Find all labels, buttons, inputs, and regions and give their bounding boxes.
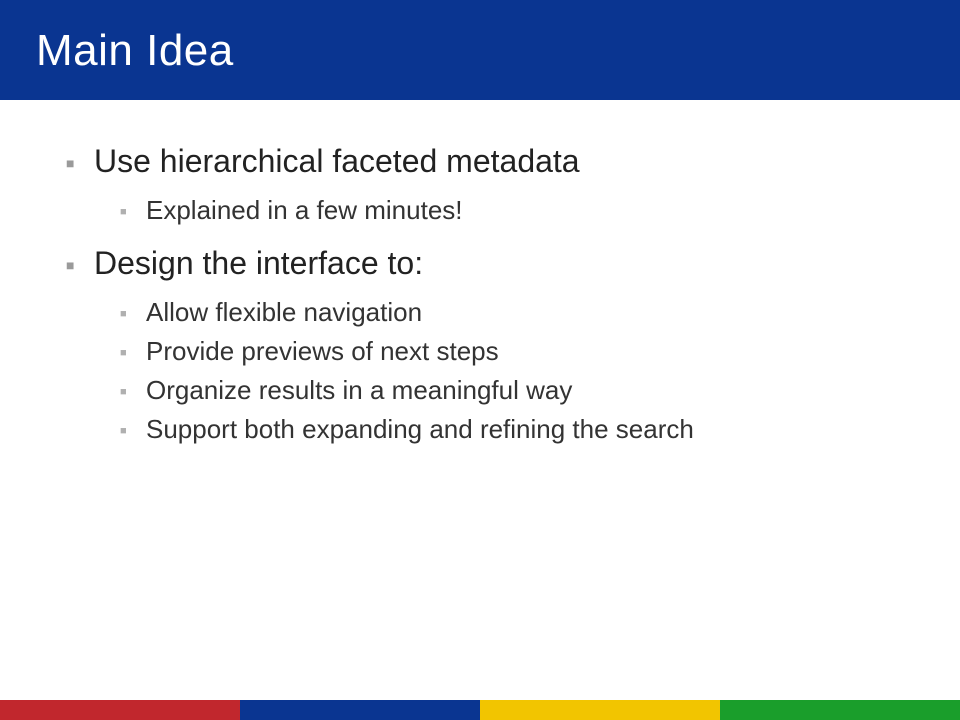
bullet-item: Use hierarchical faceted metadata Explai… — [60, 140, 900, 230]
bullet-text: Support both expanding and refining the … — [146, 414, 694, 444]
stripe-red — [0, 700, 240, 720]
bullet-list-level1: Use hierarchical faceted metadata Explai… — [60, 140, 900, 449]
sub-bullet-item: Support both expanding and refining the … — [112, 410, 900, 449]
slide: Main Idea Use hierarchical faceted metad… — [0, 0, 960, 720]
title-bar: Main Idea — [0, 0, 960, 100]
bullet-text: Allow flexible navigation — [146, 297, 422, 327]
stripe-blue — [240, 700, 480, 720]
slide-title: Main Idea — [36, 26, 960, 76]
bullet-list-level2: Allow flexible navigation Provide previe… — [94, 293, 900, 449]
bullet-text: Explained in a few minutes! — [146, 195, 463, 225]
bullet-text: Use hierarchical faceted metadata — [94, 143, 580, 179]
stripe-green — [720, 700, 960, 720]
slide-content: Use hierarchical faceted metadata Explai… — [0, 100, 960, 449]
stripe-yellow — [480, 700, 720, 720]
bullet-item: Design the interface to: Allow flexible … — [60, 242, 900, 449]
footer-stripe — [0, 700, 960, 720]
sub-bullet-item: Organize results in a meaningful way — [112, 371, 900, 410]
bullet-list-level2: Explained in a few minutes! — [94, 191, 900, 230]
bullet-text: Organize results in a meaningful way — [146, 375, 572, 405]
sub-bullet-item: Allow flexible navigation — [112, 293, 900, 332]
bullet-text: Design the interface to: — [94, 245, 423, 281]
sub-bullet-item: Explained in a few minutes! — [112, 191, 900, 230]
bullet-text: Provide previews of next steps — [146, 336, 499, 366]
sub-bullet-item: Provide previews of next steps — [112, 332, 900, 371]
